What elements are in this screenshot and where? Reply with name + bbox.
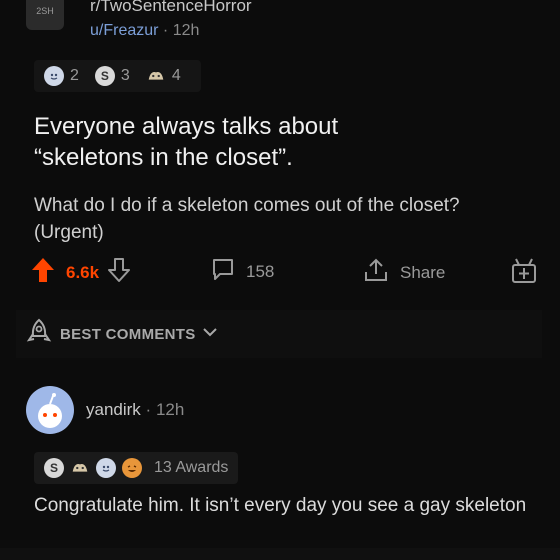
- comment-author-line: yandirk · 12h: [86, 400, 184, 420]
- downvote-arrow-icon[interactable]: [107, 257, 131, 288]
- comment-action-bar-partial: [0, 548, 560, 560]
- awards-count: 13 Awards: [154, 459, 229, 476]
- helpful-award-icon: [96, 458, 116, 478]
- subreddit-avatar[interactable]: 2SH: [26, 0, 64, 30]
- comment-sort-bar[interactable]: BEST COMMENTS: [16, 310, 542, 358]
- award-count: 2: [70, 67, 79, 84]
- comment-author[interactable]: yandirk: [86, 400, 141, 419]
- upvote-arrow-icon[interactable]: [30, 256, 56, 289]
- post-body: What do I do if a skeleton comes out of …: [34, 195, 460, 243]
- separator-dot: ·: [145, 400, 156, 419]
- vote-score: 6.6k: [66, 262, 100, 282]
- share-button[interactable]: Share: [362, 256, 445, 289]
- chevron-down-icon: [202, 325, 218, 343]
- comments-button[interactable]: 158: [210, 256, 274, 287]
- wholesome-award-icon: [70, 458, 90, 478]
- silver-award-icon: S: [44, 458, 64, 478]
- comment-awards[interactable]: S 13 Awards: [34, 452, 239, 484]
- wholesome-award-icon: [146, 66, 166, 86]
- vote-control: 6.6k: [30, 256, 131, 289]
- post-title-line: Everyone always talks about: [34, 113, 339, 140]
- comment-age: 12h: [155, 400, 185, 419]
- post-header: 2SH r/TwoSentenceHorror u/Freazur · 12h: [0, 0, 560, 58]
- share-label: Share: [400, 262, 446, 282]
- comment-body: Congratulate him. It isn’t every day you…: [34, 495, 527, 516]
- subreddit-name[interactable]: r/TwoSentenceHorror: [90, 0, 252, 16]
- separator-dot: ·: [162, 22, 173, 39]
- gift-icon: [510, 256, 538, 289]
- post-action-bar: 6.6k 158 Share: [30, 256, 550, 292]
- helpful-award-icon: [44, 66, 64, 86]
- share-icon: [362, 256, 390, 289]
- give-award-button[interactable]: [510, 256, 538, 289]
- post-age: 12h: [172, 22, 200, 39]
- post-author[interactable]: u/Freazur: [90, 22, 158, 39]
- post-awards[interactable]: 2 S 3 4: [34, 60, 201, 92]
- laughing-award-icon: [122, 458, 142, 478]
- post-author-line: u/Freazur · 12h: [90, 22, 199, 40]
- post-title-line: “skeletons in the closet”.: [34, 144, 293, 171]
- rocket-icon: [26, 318, 52, 351]
- award-count: 3: [120, 67, 130, 84]
- sort-label: BEST COMMENTS: [60, 325, 196, 343]
- award-count: 4: [171, 67, 181, 84]
- comment-bubble-icon: [210, 256, 236, 287]
- avatar[interactable]: [26, 386, 74, 434]
- silver-award-icon: S: [94, 66, 115, 86]
- post-title[interactable]: Everyone always talks about “skeletons i…: [34, 111, 514, 173]
- comment-count: 158: [246, 261, 275, 281]
